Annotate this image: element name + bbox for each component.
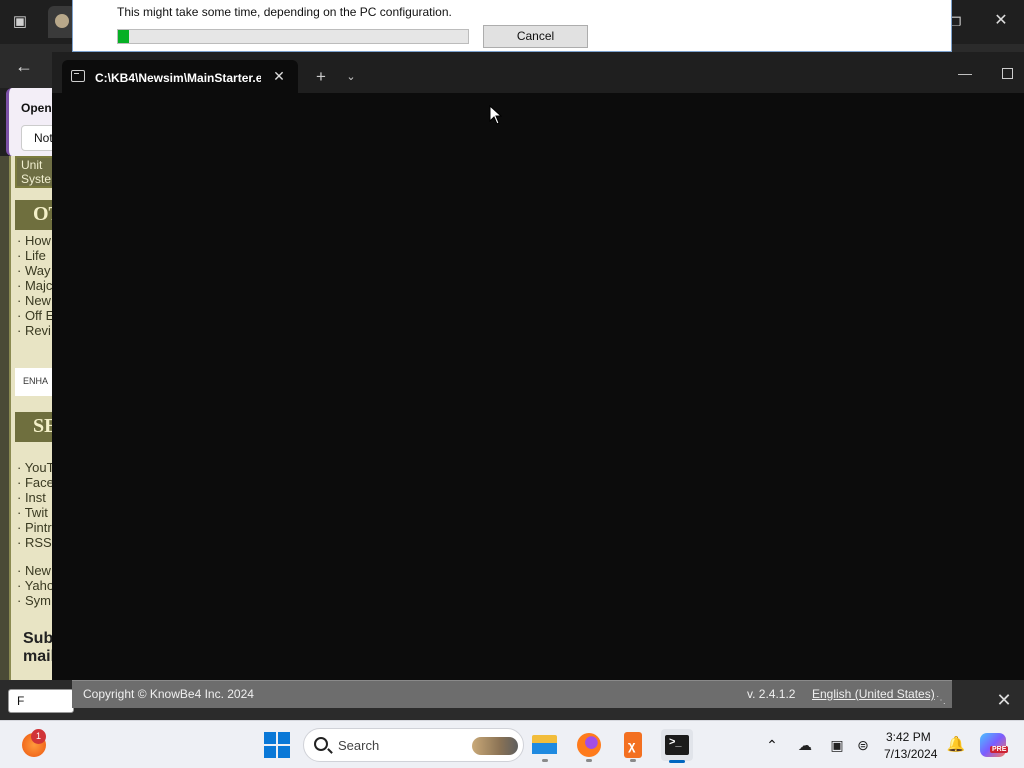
windows-start-icon[interactable] <box>264 732 290 758</box>
progress-fill <box>118 30 129 43</box>
notification-badge: 1 <box>31 729 46 744</box>
enhanced-search-box[interactable]: ENHA <box>15 368 52 396</box>
cloud-offline-icon[interactable]: ☁ <box>795 735 815 755</box>
maximize-icon[interactable] <box>1000 66 1020 86</box>
taskbar-search-box[interactable]: Search <box>303 728 524 762</box>
sidebar-link[interactable]: · Revi <box>17 323 52 338</box>
sidebar-link[interactable]: · Off E <box>17 308 52 323</box>
sidebar-link[interactable]: · YouT <box>17 460 52 475</box>
sidebar-link[interactable]: Syste <box>17 172 52 186</box>
minimize-icon[interactable]: — <box>954 64 976 86</box>
installer-dialog: This might take some time, depending on … <box>72 0 952 52</box>
sidebar-link[interactable]: · Yaho <box>17 578 52 593</box>
search-highlight-image <box>472 737 518 755</box>
running-indicator <box>542 759 548 762</box>
display-icon[interactable]: ▣ <box>827 735 847 755</box>
clock-date[interactable]: 7/13/2024 <box>884 747 937 761</box>
language-link[interactable]: English (United States) <box>812 687 935 701</box>
active-indicator <box>669 760 685 763</box>
section-heading: SE <box>15 412 52 442</box>
top-link-box: Unit Syste <box>15 156 52 188</box>
find-input[interactable]: F <box>8 689 74 713</box>
link-list: · New · Yaho · Sym <box>17 563 52 608</box>
close-find-icon[interactable]: ✕ <box>992 688 1016 712</box>
tab-favicon-icon <box>55 14 69 28</box>
subscribe-heading: Sub mail <box>23 630 52 666</box>
chevron-up-icon[interactable]: ⌃ <box>764 735 780 755</box>
sidebar-link[interactable]: Unit <box>17 158 52 172</box>
section-heading: OT <box>15 200 52 230</box>
new-tab-icon[interactable]: + <box>310 66 332 88</box>
close-window-icon[interactable]: ✕ <box>990 10 1012 32</box>
link-list: · YouT · Face · Inst · Twit · Pintr · RS… <box>17 460 52 550</box>
search-icon <box>314 737 328 751</box>
sidebar-link[interactable]: · Face <box>17 475 52 490</box>
copilot-icon[interactable]: PRE <box>980 733 1009 757</box>
link-list: · How · Life · Way · Majc · New · Off E … <box>17 233 52 338</box>
webpage-sidebar: Unit Syste OT · How · Life · Way · Majc … <box>9 156 52 680</box>
cancel-button[interactable]: Cancel <box>483 25 588 48</box>
sidebar-link[interactable]: · New <box>17 563 52 578</box>
sidebar-link[interactable]: · Way <box>17 263 52 278</box>
running-indicator <box>586 759 592 762</box>
sidebar-link[interactable]: · Twit <box>17 505 52 520</box>
sidebar-link[interactable]: · RSS, <box>17 535 52 550</box>
subscribe-line: Sub <box>23 630 52 647</box>
terminal-title-bar[interactable]: C:\KB4\Newsim\MainStarter.e ✕ + ⌄ — <box>52 52 1024 93</box>
copyright-text: Copyright © KnowBe4 Inc. 2024 <box>83 687 254 701</box>
subscribe-line: mail <box>23 648 52 665</box>
copilot-badge: PRE <box>990 746 1009 753</box>
back-arrow-icon[interactable]: ← <box>10 52 38 80</box>
running-indicator <box>630 759 636 762</box>
version-text: v. 2.4.1.2 <box>747 687 796 701</box>
taskbar: 1 Search χ >_ ⌃ ☁ ▣ ⊜ 3:42 PM 7/13/2024 … <box>0 720 1024 768</box>
bell-icon[interactable]: 🔔 <box>946 735 966 755</box>
terminal-tab-title: C:\KB4\Newsim\MainStarter.e <box>95 71 261 85</box>
installer-footer: Copyright © KnowBe4 Inc. 2024 v. 2.4.1.2… <box>72 680 952 708</box>
installer-progress-bar <box>117 29 469 44</box>
knowbe4-app-icon[interactable]: χ <box>617 729 649 761</box>
sidebar-link[interactable]: · Sym <box>17 593 52 608</box>
network-icon[interactable]: ⊜ <box>853 735 873 755</box>
installer-message: This might take some time, depending on … <box>117 5 452 19</box>
search-placeholder: Search <box>338 738 380 753</box>
sidebar-link[interactable]: · Life <box>17 248 52 263</box>
sidebar-link[interactable]: · Pintr <box>17 520 52 535</box>
terminal-window: C:\KB4\Newsim\MainStarter.e ✕ + ⌄ — <box>52 52 1024 680</box>
console-icon <box>71 70 85 82</box>
sidebar-link[interactable]: · How <box>17 233 52 248</box>
chevron-down-icon[interactable]: ⌄ <box>340 66 362 88</box>
terminal-console[interactable] <box>52 93 1024 680</box>
sidebar-link[interactable]: · Inst <box>17 490 52 505</box>
close-tab-icon[interactable]: ✕ <box>269 66 289 86</box>
mouse-pointer-icon <box>489 105 503 125</box>
webpage-content: Unit Syste OT · How · Life · Way · Majc … <box>0 156 52 680</box>
clock-time[interactable]: 3:42 PM <box>886 730 931 744</box>
terminal-tab[interactable]: C:\KB4\Newsim\MainStarter.e ✕ <box>62 60 298 93</box>
resize-grip-icon[interactable]: ⋱ <box>936 695 948 707</box>
firefox-icon[interactable] <box>573 729 605 761</box>
terminal-app-icon[interactable]: >_ <box>661 729 693 761</box>
sidebar-link[interactable]: · Majc <box>17 278 52 293</box>
tab-actions-icon[interactable]: ▣ <box>8 10 32 34</box>
file-explorer-icon[interactable] <box>529 729 561 761</box>
sidebar-link[interactable]: · New <box>17 293 52 308</box>
